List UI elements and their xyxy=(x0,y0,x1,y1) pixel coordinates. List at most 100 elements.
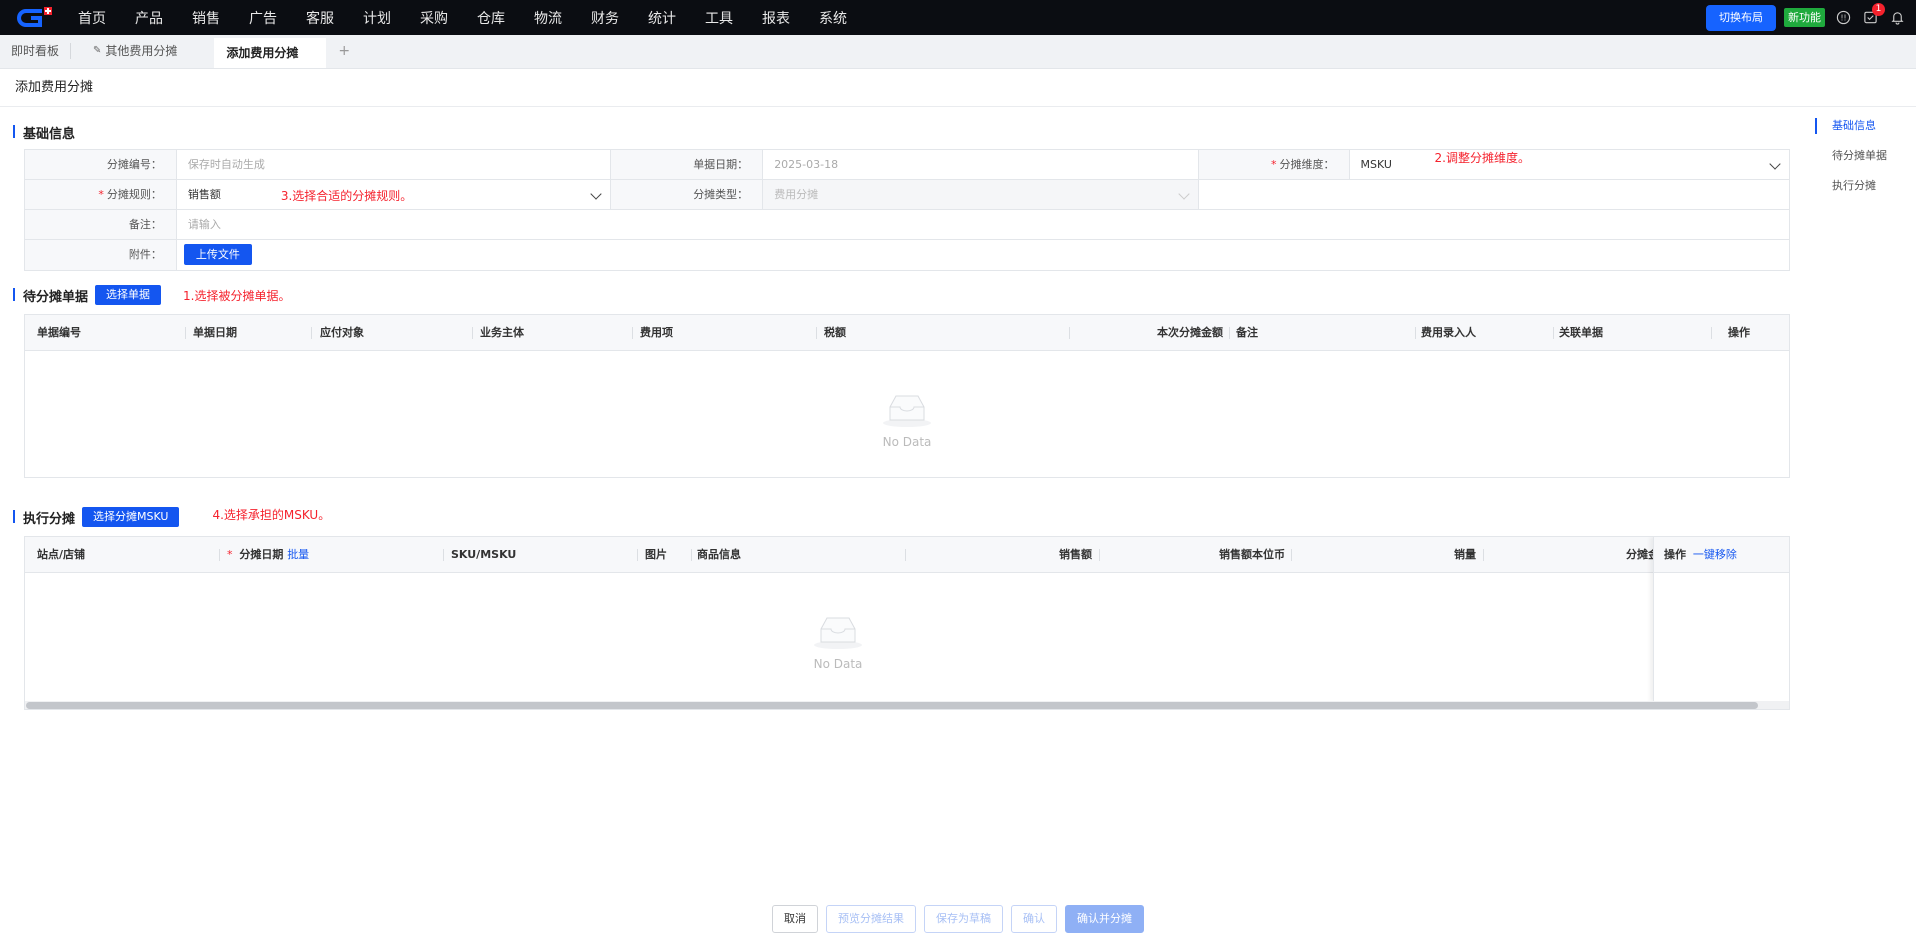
pin-icon: ✎ xyxy=(93,45,102,56)
batch-link[interactable]: 批量 xyxy=(287,548,309,561)
section-exec: 执行分摊 选择分摊MSKU 4.选择承担的MSKU。 xyxy=(0,507,330,527)
menu-service[interactable]: 客服 xyxy=(306,8,334,28)
menu-plan[interactable]: 计划 xyxy=(363,8,391,28)
menu-ads[interactable]: 广告 xyxy=(249,8,277,28)
notification-count: 1 xyxy=(1872,2,1885,16)
attach-label: 附件： xyxy=(25,240,177,270)
pending-table-header: 单据编号 单据日期 应付对象 业务主体 费用项 税额 本次分摊金额 备注 费用录… xyxy=(25,315,1789,351)
menu-sales[interactable]: 销售 xyxy=(192,8,220,28)
section-pending: 待分摊单据 选择单据 1.选择被分摊单据。 xyxy=(0,285,290,305)
section-pending-title: 待分摊单据 xyxy=(23,289,89,305)
col-op: 操作 xyxy=(1664,548,1686,561)
col-alloc-date: 分摊日期 xyxy=(239,548,284,561)
section-basic-title: 基础信息 xyxy=(23,126,76,142)
menu-system[interactable]: 系统 xyxy=(819,8,847,28)
svg-text:!!: !! xyxy=(1840,13,1846,22)
col-sku-msku: SKU/MSKU xyxy=(451,548,517,561)
anchor-nav: 基础信息 待分摊单据 执行分摊 xyxy=(1815,116,1887,206)
menu-home[interactable]: 首页 xyxy=(78,8,106,28)
rule-select[interactable]: 销售额 3.选择合适的分摊规则。 xyxy=(177,180,612,209)
main-menu: 首页 产品 销售 广告 客服 计划 采购 仓库 物流 财务 统计 工具 报表 系… xyxy=(78,8,876,28)
bell-icon[interactable] xyxy=(1889,10,1905,26)
rule-note: 3.选择合适的分摊规则。 xyxy=(280,189,413,203)
pending-note: 1.选择被分摊单据。 xyxy=(183,288,291,303)
type-value: 费用分摊 xyxy=(774,188,819,201)
dim-note: 2.调整分摊维度。 xyxy=(1434,151,1530,165)
menu-reports[interactable]: 报表 xyxy=(762,8,790,28)
new-feature-badge[interactable]: 新功能 xyxy=(1784,8,1825,27)
confirm-button[interactable]: 确认 xyxy=(1011,905,1057,933)
cancel-button[interactable]: 取消 xyxy=(772,905,818,933)
menu-logistics[interactable]: 物流 xyxy=(534,8,562,28)
col-doc-no: 单据编号 xyxy=(37,326,81,339)
anchor-basic-info[interactable]: 基础信息 xyxy=(1815,116,1887,146)
exec-empty-state: No Data xyxy=(25,615,1651,671)
menu-finance[interactable]: 财务 xyxy=(591,8,619,28)
empty-box-icon xyxy=(813,615,863,649)
menu-product[interactable]: 产品 xyxy=(135,8,163,28)
remove-all-link[interactable]: 一键移除 xyxy=(1693,548,1737,561)
pending-empty-text: No Data xyxy=(882,435,932,449)
chevron-down-icon xyxy=(1178,188,1190,200)
menu-purchase[interactable]: 采购 xyxy=(420,8,448,28)
anchor-pending[interactable]: 待分摊单据 xyxy=(1815,146,1887,176)
switch-layout-button[interactable]: 切换布局 xyxy=(1706,4,1776,31)
preview-result-button[interactable]: 预览分摊结果 xyxy=(826,905,916,933)
code-label: 分摊编号： xyxy=(25,150,177,179)
rule-label-cell: * 分摊规则： xyxy=(25,180,177,209)
col-action: 操作 xyxy=(1728,326,1750,339)
exec-table: 站点/店铺 * 分摊日期 批量 SKU/MSKU 图片 商品信息 销售额 销售额… xyxy=(24,536,1790,710)
remark-input[interactable]: 请输入 xyxy=(177,210,1789,239)
menu-tools[interactable]: 工具 xyxy=(705,8,733,28)
code-field: 保存时自动生成 xyxy=(177,150,612,179)
col-qty: 销量 xyxy=(1454,548,1476,561)
type-select: 费用分摊 xyxy=(763,180,1199,209)
menu-stats[interactable]: 统计 xyxy=(648,8,676,28)
date-label: 单据日期： xyxy=(611,150,764,179)
anchor-exec[interactable]: 执行分摊 xyxy=(1815,176,1887,206)
section-basic-info: 基础信息 xyxy=(0,122,75,142)
attach-cell: 上传文件 xyxy=(177,240,1789,270)
horizontal-scrollbar-thumb[interactable] xyxy=(26,702,1758,709)
upload-file-button[interactable]: 上传文件 xyxy=(183,244,252,265)
confirm-allocate-button[interactable]: 确认并分摊 xyxy=(1065,905,1144,933)
app-logo[interactable] xyxy=(16,5,56,31)
exec-table-header: 站点/店铺 * 分摊日期 批量 SKU/MSKU 图片 商品信息 销售额 销售额… xyxy=(25,537,1789,573)
select-documents-button[interactable]: 选择单据 xyxy=(95,285,162,305)
pending-empty-state: No Data xyxy=(25,393,1789,449)
add-tab-icon[interactable]: + xyxy=(338,34,350,68)
tab-other-fees[interactable]: ✎ 其他费用分摊 xyxy=(82,34,188,68)
col-product-info: 商品信息 xyxy=(697,548,741,561)
exec-empty-text: No Data xyxy=(813,657,863,671)
form-row-2: * 分摊规则： 销售额 3.选择合适的分摊规则。 分摊类型： 费用分摊 xyxy=(25,180,1789,210)
page-title: 添加费用分摊 xyxy=(0,69,1916,107)
col-alloc-date-cell: * 分摊日期 批量 xyxy=(227,548,310,561)
select-msku-button[interactable]: 选择分摊MSKU xyxy=(82,507,180,527)
tab-add-fee-allocation[interactable]: 添加费用分摊 xyxy=(214,38,327,68)
menu-warehouse[interactable]: 仓库 xyxy=(477,8,505,28)
col-entity: 业务主体 xyxy=(480,326,524,339)
col-image: 图片 xyxy=(645,548,667,561)
col-payee: 应付对象 xyxy=(320,326,364,339)
nav-right: 切换布局 新功能 !! 1 xyxy=(1706,0,1916,35)
remark-label: 备注： xyxy=(25,210,177,239)
save-draft-button[interactable]: 保存为草稿 xyxy=(924,905,1003,933)
col-alloc-amount: 本次分摊金额 xyxy=(1157,326,1223,339)
col-site-store: 站点/店铺 xyxy=(37,548,86,561)
col-related-doc: 关联单据 xyxy=(1559,326,1603,339)
horizontal-scrollbar-track[interactable] xyxy=(25,701,1789,709)
tab-other-fees-label: 其他费用分摊 xyxy=(105,44,178,58)
basic-info-form: 分摊编号： 保存时自动生成 单据日期： 2025-03-18 * 分摊维度： MS… xyxy=(24,149,1790,271)
col-entered-by: 费用录入人 xyxy=(1421,326,1476,339)
top-nav: 首页 产品 销售 广告 客服 计划 采购 仓库 物流 财务 统计 工具 报表 系… xyxy=(0,0,1916,35)
empty-cell xyxy=(1199,180,1789,209)
form-row-3: 备注： 请输入 xyxy=(25,210,1789,240)
tab-dashboard[interactable]: 即时看板 xyxy=(0,34,82,68)
dim-label: 分摊维度： xyxy=(1279,158,1335,171)
dim-select[interactable]: MSKU 2.调整分摊维度。 xyxy=(1350,150,1789,179)
col-sales: 销售额 xyxy=(1059,548,1092,561)
tab-bar: 即时看板 ✎ 其他费用分摊 添加费用分摊 + xyxy=(0,35,1916,69)
section-exec-title: 执行分摊 xyxy=(23,511,76,527)
task-icon[interactable]: 1 xyxy=(1862,2,1885,26)
help-icon[interactable]: !! xyxy=(1835,10,1851,26)
